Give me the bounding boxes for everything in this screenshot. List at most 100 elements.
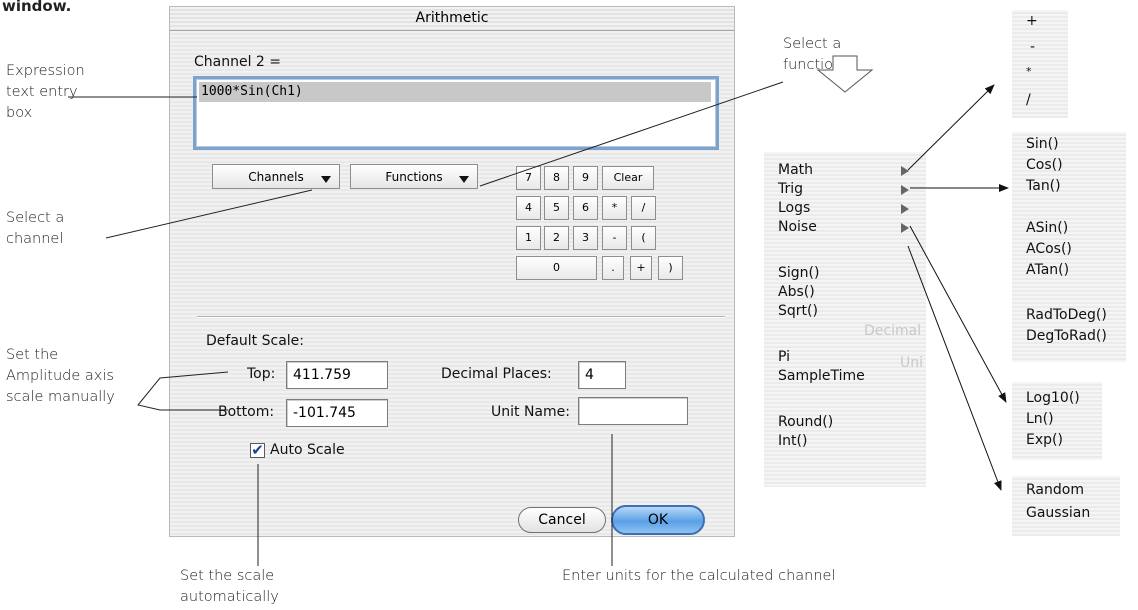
key-5[interactable]: 5 xyxy=(544,196,569,220)
arithmetic-dialog: Arithmetic Channel 2 = 1000*Sin(Ch1) Cha… xyxy=(169,6,735,537)
math-submenu: + - * / xyxy=(1012,10,1068,118)
bottom-field[interactable]: -101.745 xyxy=(286,399,388,427)
menu-item-cos[interactable]: Cos() xyxy=(1026,157,1063,173)
menu-item-noise[interactable]: Noise xyxy=(778,219,817,235)
callout-line: automatically xyxy=(180,589,279,605)
callout-select-channel: Select a channel xyxy=(6,208,64,250)
callout-amplitude-scale: Set the Amplitude axis scale manually xyxy=(6,345,115,408)
menu-item-plus[interactable]: + xyxy=(1026,13,1038,29)
decimal-places-label: Decimal Places: xyxy=(441,366,552,382)
key-1[interactable]: 1 xyxy=(516,226,541,250)
unit-name-field[interactable] xyxy=(578,397,688,425)
key-divide[interactable]: / xyxy=(631,196,656,220)
logs-submenu: Log10() Ln() Exp() xyxy=(1012,382,1102,460)
ghost-text: Decimal xyxy=(864,323,922,339)
functions-popup[interactable]: Functions xyxy=(350,164,478,189)
menu-item-tan[interactable]: Tan() xyxy=(1026,178,1061,194)
submenu-arrow-icon xyxy=(901,204,909,214)
key-minus[interactable]: - xyxy=(602,226,627,250)
menu-item-math[interactable]: Math xyxy=(778,162,813,178)
submenu-arrow-icon xyxy=(901,185,909,195)
functions-popup-label: Functions xyxy=(385,170,443,184)
callout-line: scale manually xyxy=(6,389,115,405)
menu-item-round[interactable]: Round() xyxy=(778,414,833,430)
menu-item-pi[interactable]: Pi xyxy=(778,349,790,365)
menu-item-sign[interactable]: Sign() xyxy=(778,265,819,281)
key-8[interactable]: 8 xyxy=(544,166,569,190)
key-multiply[interactable]: * xyxy=(602,196,627,220)
callout-units: Enter units for the calculated channel xyxy=(562,568,836,584)
expression-text: 1000*Sin(Ch1) xyxy=(199,82,711,102)
key-open-paren[interactable]: ( xyxy=(631,226,656,250)
menu-item-log10[interactable]: Log10() xyxy=(1026,390,1080,406)
channel-label: Channel 2 = xyxy=(194,54,282,70)
dialog-title: Arithmetic xyxy=(170,7,734,31)
callout-line: Set the scale xyxy=(180,568,275,584)
divider xyxy=(197,316,725,318)
menu-item-ln[interactable]: Ln() xyxy=(1026,411,1054,427)
key-6[interactable]: 6 xyxy=(573,196,598,220)
menu-item-sampletime[interactable]: SampleTime xyxy=(778,368,865,384)
key-plus[interactable]: + xyxy=(630,256,652,280)
menu-item-acos[interactable]: ACos() xyxy=(1026,241,1072,257)
key-clear[interactable]: Clear xyxy=(602,166,654,190)
key-0[interactable]: 0 xyxy=(516,256,597,280)
auto-scale-label: Auto Scale xyxy=(270,442,345,458)
ok-button[interactable]: OK xyxy=(611,505,705,535)
menu-item-int[interactable]: Int() xyxy=(778,433,807,449)
key-3[interactable]: 3 xyxy=(573,226,598,250)
key-close-paren[interactable]: ) xyxy=(658,256,683,280)
noise-submenu: Random Gaussian xyxy=(1012,476,1120,536)
top-label: Top: xyxy=(247,366,276,382)
bottom-label: Bottom: xyxy=(218,404,275,420)
top-field[interactable]: 411.759 xyxy=(286,361,388,389)
ghost-text: Uni xyxy=(900,355,924,371)
key-4[interactable]: 4 xyxy=(516,196,541,220)
chevron-down-icon xyxy=(459,176,469,183)
auto-scale-checkbox[interactable]: ✔ xyxy=(250,443,265,458)
function-menu: Math Trig Logs Noise Sign() Abs() Sqrt()… xyxy=(764,152,926,487)
menu-item-sqrt[interactable]: Sqrt() xyxy=(778,303,818,319)
callout-expression-box: Expression text entry box xyxy=(6,61,85,124)
checkmark-icon: ✔ xyxy=(251,441,264,459)
callout-line: Select a xyxy=(6,210,65,226)
callout-line: box xyxy=(6,105,33,121)
decimal-places-field[interactable]: 4 xyxy=(578,361,626,389)
callout-auto-scale: Set the scale automatically xyxy=(180,566,279,608)
menu-item-random[interactable]: Random xyxy=(1026,482,1084,498)
key-9[interactable]: 9 xyxy=(573,166,598,190)
key-2[interactable]: 2 xyxy=(544,226,569,250)
callout-line: Select a xyxy=(783,36,842,52)
callout-line: Set the xyxy=(6,347,59,363)
menu-item-divide[interactable]: / xyxy=(1026,92,1031,108)
menu-item-asin[interactable]: ASin() xyxy=(1026,220,1068,236)
default-scale-label: Default Scale: xyxy=(206,333,304,349)
callout-line: channel xyxy=(6,231,64,247)
trig-submenu: Sin() Cos() Tan() ASin() ACos() ATan() R… xyxy=(1012,132,1126,362)
menu-item-minus[interactable]: - xyxy=(1030,39,1035,55)
expression-input[interactable]: 1000*Sin(Ch1) xyxy=(193,76,719,150)
callout-line: function xyxy=(783,57,843,73)
menu-item-gaussian[interactable]: Gaussian xyxy=(1026,505,1090,521)
menu-item-atan[interactable]: ATan() xyxy=(1026,262,1069,278)
key-decimal[interactable]: . xyxy=(602,256,624,280)
callout-line: Amplitude axis xyxy=(6,368,114,384)
submenu-arrow-icon xyxy=(901,166,909,176)
menu-item-multiply[interactable]: * xyxy=(1026,65,1032,78)
menu-item-exp[interactable]: Exp() xyxy=(1026,432,1063,448)
menu-item-degtorad[interactable]: DegToRad() xyxy=(1026,328,1107,344)
page-heading-fragment: window. xyxy=(2,0,72,15)
callout-select-function: Select a function xyxy=(783,34,842,76)
callout-line: text entry xyxy=(6,84,78,100)
menu-item-trig[interactable]: Trig xyxy=(778,181,803,197)
channels-popup[interactable]: Channels xyxy=(212,164,340,189)
submenu-arrow-icon xyxy=(901,223,909,233)
menu-item-sin[interactable]: Sin() xyxy=(1026,136,1059,152)
key-7[interactable]: 7 xyxy=(516,166,541,190)
menu-item-radtodeg[interactable]: RadToDeg() xyxy=(1026,307,1107,323)
menu-item-logs[interactable]: Logs xyxy=(778,200,810,216)
cancel-button[interactable]: Cancel xyxy=(518,507,606,533)
chevron-down-icon xyxy=(321,176,331,183)
menu-item-abs[interactable]: Abs() xyxy=(778,284,815,300)
channels-popup-label: Channels xyxy=(248,170,304,184)
